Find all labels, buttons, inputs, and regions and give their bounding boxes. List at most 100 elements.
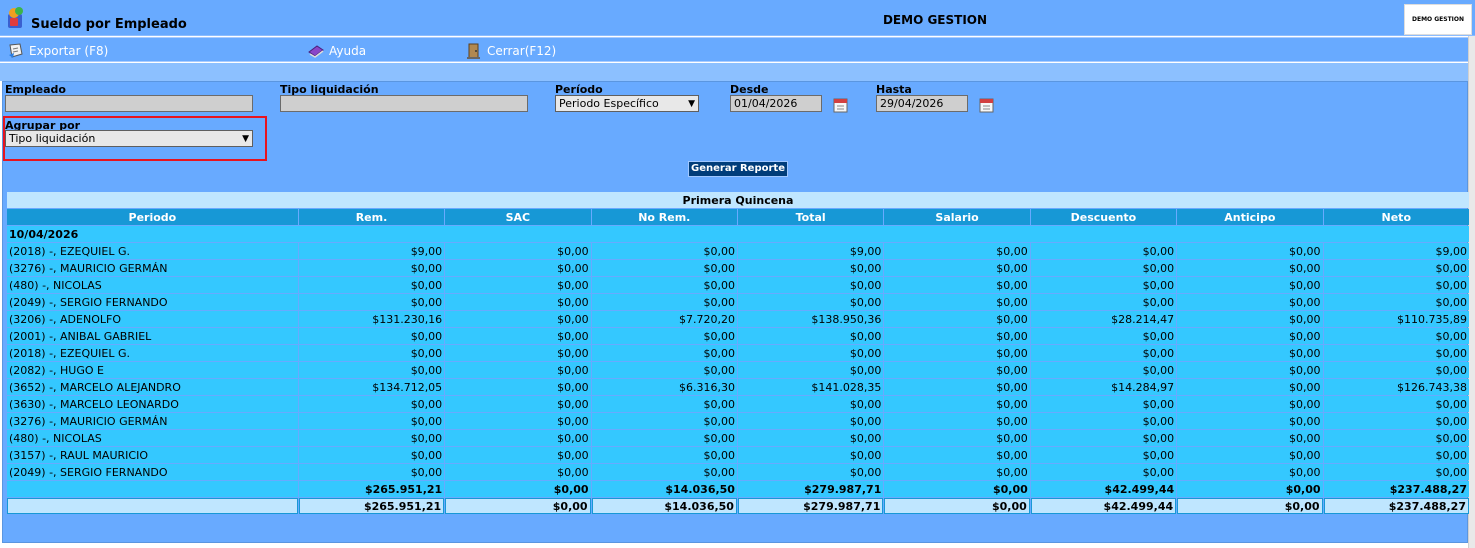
close-button[interactable]: Cerrar(F12) bbox=[465, 41, 556, 61]
amount-cell: $0,00 bbox=[298, 396, 445, 412]
amount-cell: $0,00 bbox=[737, 413, 884, 429]
column-header: Total bbox=[737, 209, 884, 225]
export-button[interactable]: Exportar (F8) bbox=[7, 41, 108, 61]
amount-cell: $0,00 bbox=[1177, 294, 1323, 310]
total-cell: $42.499,44 bbox=[1030, 481, 1177, 497]
title-bar: Sueldo por Empleado DEMO GESTION DEMO GE… bbox=[0, 0, 1475, 36]
amount-cell: $0,00 bbox=[737, 362, 884, 378]
total-cell bbox=[7, 498, 298, 514]
total-cell: $14.036,50 bbox=[591, 498, 737, 514]
amount-cell: $0,00 bbox=[1177, 243, 1323, 259]
amount-cell: $0,00 bbox=[298, 362, 445, 378]
column-header: Anticipo bbox=[1177, 209, 1323, 225]
amount-cell: $0,00 bbox=[1030, 260, 1177, 276]
periodo-select[interactable]: Periodo Específico ▼ bbox=[555, 95, 699, 112]
company-name: DEMO GESTION bbox=[882, 13, 988, 27]
empleado-input[interactable] bbox=[5, 95, 253, 112]
amount-cell: $0,00 bbox=[1323, 396, 1469, 412]
amount-cell: $0,00 bbox=[1177, 413, 1323, 429]
desde-input[interactable]: 01/04/2026 bbox=[730, 95, 822, 112]
tipo-liquidacion-input[interactable] bbox=[280, 95, 528, 112]
amount-cell: $0,00 bbox=[1030, 243, 1177, 259]
subtotal-row: $265.951,21 $0,00 $14.036,50 $279.987,71 $0,… bbox=[7, 481, 1469, 497]
employee-cell: (480) -, NICOLAS bbox=[7, 277, 298, 293]
total-cell: $0,00 bbox=[1177, 481, 1323, 497]
amount-cell: $0,00 bbox=[737, 430, 884, 446]
calendar-icon[interactable] bbox=[978, 96, 996, 114]
amount-cell: $0,00 bbox=[737, 294, 884, 310]
amount-cell: $0,00 bbox=[1323, 362, 1469, 378]
total-cell: $237.488,27 bbox=[1323, 498, 1469, 514]
table-row: (2018) -, EZEQUIEL G. $0,00 $0,00 $0,00 $0,0… bbox=[7, 345, 1469, 361]
amount-cell: $0,00 bbox=[591, 243, 737, 259]
employee-cell: (2082) -, HUGO E bbox=[7, 362, 298, 378]
generate-report-button[interactable]: Generar Reporte bbox=[688, 161, 788, 177]
amount-cell: $0,00 bbox=[445, 328, 591, 344]
divider-strip bbox=[0, 63, 1475, 81]
agrupar-select[interactable]: Tipo liquidación ▼ bbox=[5, 130, 253, 147]
amount-cell: $0,00 bbox=[1177, 345, 1323, 361]
total-cell: $265.951,21 bbox=[298, 481, 445, 497]
amount-cell: $0,00 bbox=[1030, 328, 1177, 344]
amount-cell: $0,00 bbox=[298, 277, 445, 293]
amount-cell: $138.950,36 bbox=[737, 311, 884, 327]
amount-cell: $9,00 bbox=[737, 243, 884, 259]
amount-cell: $0,00 bbox=[1030, 345, 1177, 361]
help-button[interactable]: Ayuda bbox=[307, 41, 366, 61]
amount-cell: $0,00 bbox=[445, 379, 591, 395]
amount-cell: $14.284,97 bbox=[1030, 379, 1177, 395]
close-door-icon bbox=[467, 43, 480, 59]
table-row: (480) -, NICOLAS $0,00 $0,00 $0,00 $0,00 $0,0… bbox=[7, 277, 1469, 293]
hasta-input[interactable]: 29/04/2026 bbox=[876, 95, 968, 112]
amount-cell: $0,00 bbox=[445, 464, 591, 480]
amount-cell: $0,00 bbox=[884, 243, 1030, 259]
column-header: Salario bbox=[884, 209, 1030, 225]
chevron-down-icon: ▼ bbox=[242, 133, 249, 144]
amount-cell: $0,00 bbox=[445, 447, 591, 463]
amount-cell: $6.316,30 bbox=[591, 379, 737, 395]
amount-cell: $0,00 bbox=[1323, 447, 1469, 463]
amount-cell: $0,00 bbox=[884, 379, 1030, 395]
table-row: (3157) -, RAUL MAURICIO $0,00 $0,00 $0,00 $0… bbox=[7, 447, 1469, 463]
employee-cell: (3630) -, MARCELO LEONARDO bbox=[7, 396, 298, 412]
amount-cell: $0,00 bbox=[1323, 345, 1469, 361]
report-table-container: Primera Quincena Periodo Rem. SAC No Rem. To… bbox=[6, 191, 1470, 515]
report-table: Primera Quincena Periodo Rem. SAC No Rem. To… bbox=[6, 191, 1470, 515]
table-row: (2049) -, SERGIO FERNANDO $0,00 $0,00 $0,00… bbox=[7, 464, 1469, 480]
amount-cell: $0,00 bbox=[1323, 464, 1469, 480]
amount-cell: $0,00 bbox=[884, 277, 1030, 293]
employee-cell: (2049) -, SERGIO FERNANDO bbox=[7, 464, 298, 480]
amount-cell: $0,00 bbox=[884, 396, 1030, 412]
amount-cell: $0,00 bbox=[884, 430, 1030, 446]
amount-cell: $0,00 bbox=[1323, 277, 1469, 293]
column-header: SAC bbox=[445, 209, 591, 225]
employee-cell: (3206) -, ADENOLFO bbox=[7, 311, 298, 327]
amount-cell: $0,00 bbox=[1030, 294, 1177, 310]
amount-cell: $0,00 bbox=[1323, 413, 1469, 429]
amount-cell: $0,00 bbox=[1323, 328, 1469, 344]
total-cell: $0,00 bbox=[445, 481, 591, 497]
amount-cell: $0,00 bbox=[298, 464, 445, 480]
total-cell: $237.488,27 bbox=[1323, 481, 1469, 497]
calendar-icon[interactable] bbox=[832, 96, 850, 114]
amount-cell: $0,00 bbox=[591, 328, 737, 344]
amount-cell: $0,00 bbox=[298, 345, 445, 361]
amount-cell: $0,00 bbox=[591, 260, 737, 276]
amount-cell: $0,00 bbox=[445, 345, 591, 361]
amount-cell: $0,00 bbox=[1030, 464, 1177, 480]
report-panel: Empleado Tipo liquidación Período Period… bbox=[2, 81, 1470, 543]
amount-cell: $0,00 bbox=[445, 260, 591, 276]
amount-cell: $0,00 bbox=[298, 328, 445, 344]
amount-cell: $0,00 bbox=[298, 413, 445, 429]
group-band-row: Primera Quincena bbox=[7, 192, 1469, 208]
total-cell: $0,00 bbox=[445, 498, 591, 514]
amount-cell: $0,00 bbox=[591, 396, 737, 412]
amount-cell: $0,00 bbox=[298, 430, 445, 446]
table-row: (2049) -, SERGIO FERNANDO $0,00 $0,00 $0,00… bbox=[7, 294, 1469, 310]
date-group-label: 10/04/2026 bbox=[7, 226, 1469, 242]
amount-cell: $0,00 bbox=[884, 311, 1030, 327]
amount-cell: $0,00 bbox=[1177, 430, 1323, 446]
amount-cell: $0,00 bbox=[884, 345, 1030, 361]
amount-cell: $0,00 bbox=[1177, 464, 1323, 480]
toolbar: Exportar (F8) Ayuda Cerrar(F12) bbox=[0, 37, 1475, 62]
